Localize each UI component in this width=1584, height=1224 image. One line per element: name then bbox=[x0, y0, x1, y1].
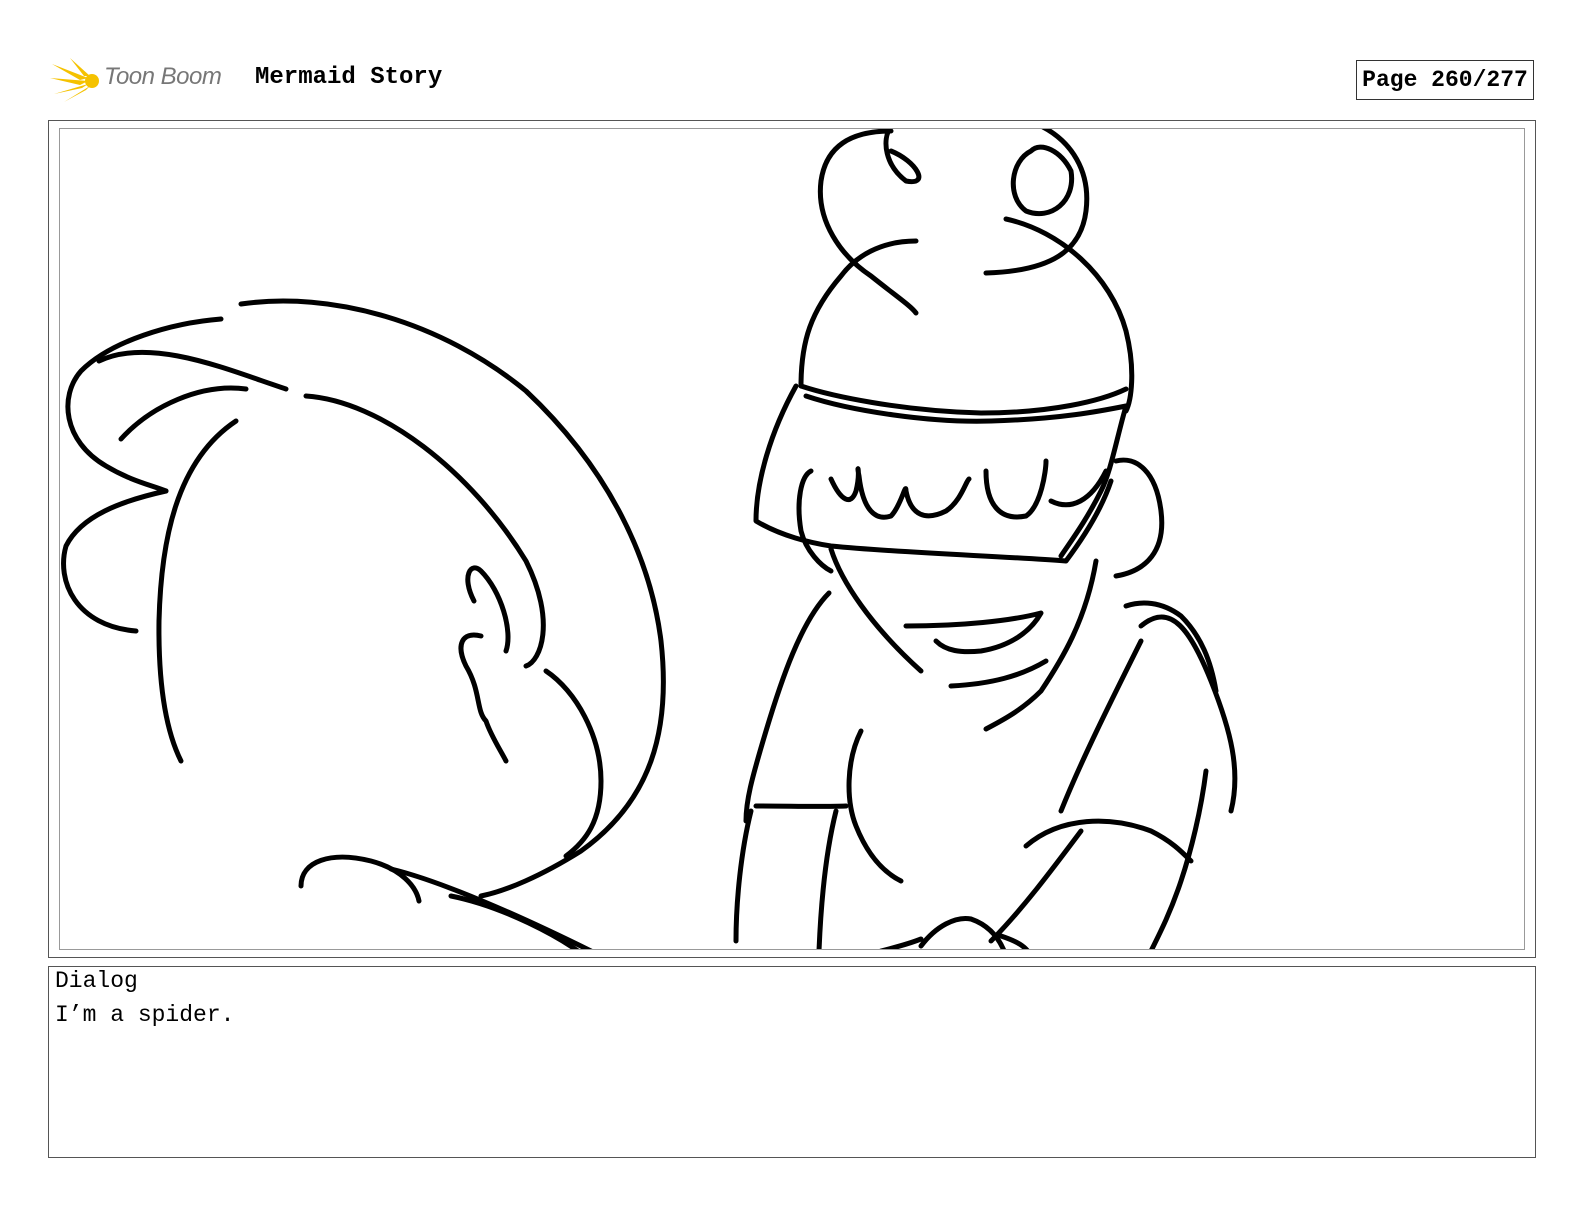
dialog-text: I’m a spider. bbox=[55, 1002, 235, 1028]
page-indicator: Page 260/277 bbox=[1356, 60, 1534, 100]
logo-wordmark: Toon Boom bbox=[104, 63, 222, 90]
project-title: Mermaid Story bbox=[255, 64, 443, 91]
panel-image bbox=[59, 128, 1525, 950]
storyboard-sketch-illustration bbox=[61, 129, 1238, 949]
toon-boom-logo-icon bbox=[50, 58, 99, 102]
dialog-box bbox=[48, 966, 1536, 1158]
dialog-label: Dialog bbox=[55, 968, 138, 994]
